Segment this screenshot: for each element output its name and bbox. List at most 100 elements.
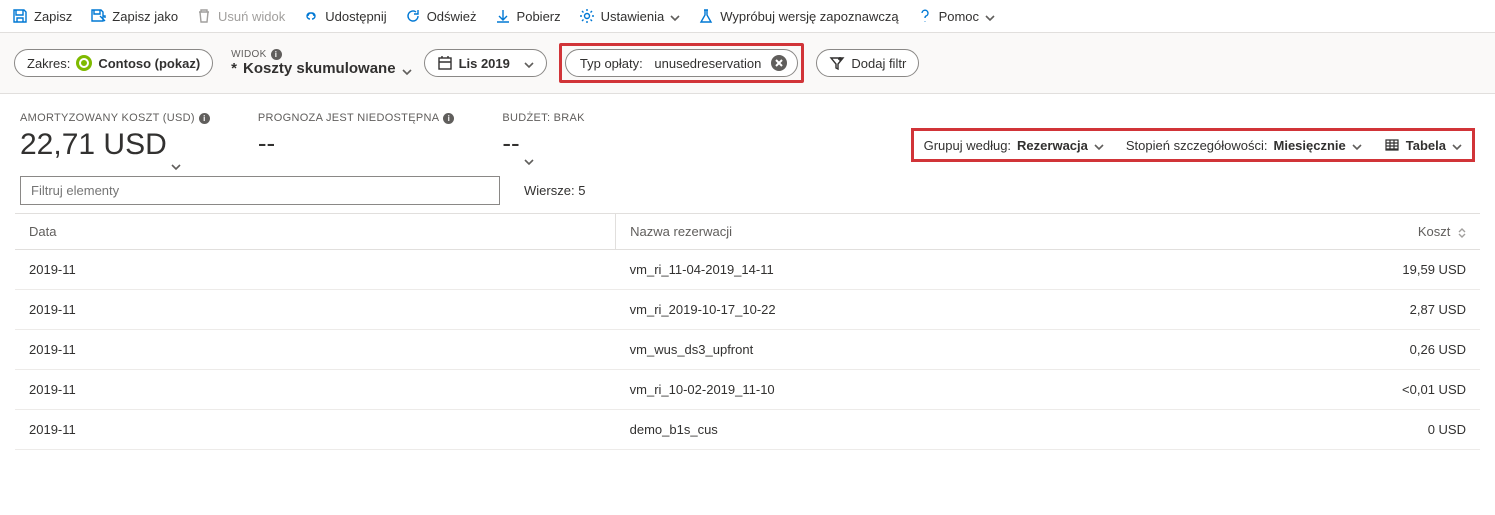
amortized-cost-value-wrap[interactable]: 22,71 USD <box>20 128 210 162</box>
budget-value-wrap[interactable]: -- <box>502 128 584 159</box>
refresh-button[interactable]: Odśwież <box>405 8 477 24</box>
settings-button[interactable]: Ustawienia <box>579 8 681 24</box>
granularity-value: Miesięcznie <box>1274 138 1346 153</box>
rows-count-label: Wiersze: 5 <box>524 183 585 198</box>
amortized-cost-block: AMORTYZOWANY KOSZT (USD) i 22,71 USD <box>20 112 210 162</box>
download-icon <box>495 8 511 24</box>
trash-icon <box>196 8 212 24</box>
granularity-label: Stopień szczegółowości: <box>1126 138 1268 153</box>
scope-value: Contoso (pokaz) <box>98 56 200 71</box>
cell-date: 2019-11 <box>15 330 616 370</box>
download-button[interactable]: Pobierz <box>495 8 561 24</box>
save-icon <box>12 8 28 24</box>
save-as-label: Zapisz jako <box>112 9 178 24</box>
rows-label-text: Wiersze: <box>524 183 575 198</box>
table-row[interactable]: 2019-11vm_wus_ds3_upfront0,26 USD <box>15 330 1480 370</box>
help-label: Pomoc <box>939 9 979 24</box>
chevron-down-icon <box>1352 140 1362 150</box>
controls-bar: Zakres: Contoso (pokaz) WIDOK i * Koszty… <box>0 33 1495 94</box>
budget-value: -- <box>502 128 519 159</box>
cell-date: 2019-11 <box>15 250 616 290</box>
col-reservation-name[interactable]: Nazwa rezerwacji <box>616 214 1231 250</box>
view-selector[interactable]: WIDOK i * Koszty skumulowane <box>231 49 411 77</box>
table-row[interactable]: 2019-11vm_ri_2019-10-17_10-222,87 USD <box>15 290 1480 330</box>
save-as-icon <box>90 8 106 24</box>
info-icon: i <box>443 113 454 124</box>
amortized-cost-value: 22,71 USD <box>20 128 167 162</box>
rows-count-value: 5 <box>578 183 585 198</box>
gear-icon <box>579 8 595 24</box>
table-row[interactable]: 2019-11vm_ri_10-02-2019_11-10<0,01 USD <box>15 370 1480 410</box>
forecast-label: PROGNOZA JEST NIEDOSTĘPNA <box>258 112 440 124</box>
display-type-selector[interactable]: Tabela <box>1384 137 1462 153</box>
granularity-selector[interactable]: Stopień szczegółowości: Miesięcznie <box>1126 138 1362 153</box>
col-date[interactable]: Data <box>15 214 616 250</box>
filter-items-input[interactable] <box>20 176 500 205</box>
chevron-down-icon <box>1094 140 1104 150</box>
view-prefix: * <box>231 60 237 77</box>
delete-view-label: Usuń widok <box>218 9 285 24</box>
cell-reservation-name: vm_ri_2019-10-17_10-22 <box>616 290 1231 330</box>
help-icon <box>917 8 933 24</box>
group-by-value: Rezerwacja <box>1017 138 1088 153</box>
scope-label: Zakres: <box>27 56 70 71</box>
add-filter-label: Dodaj filtr <box>851 56 906 71</box>
date-selector[interactable]: Lis 2019 <box>424 49 547 77</box>
filter-chip-value: unusedreservation <box>654 56 761 71</box>
scope-badge-icon <box>76 55 92 71</box>
group-by-selector[interactable]: Grupuj według: Rezerwacja <box>924 138 1104 153</box>
help-button[interactable]: Pomoc <box>917 8 995 24</box>
cell-cost: 0,26 USD <box>1231 330 1480 370</box>
save-label: Zapisz <box>34 9 72 24</box>
forecast-block: PROGNOZA JEST NIEDOSTĘPNA i -- <box>258 112 455 159</box>
cell-cost: <0,01 USD <box>1231 370 1480 410</box>
info-icon: i <box>271 49 282 60</box>
table-row[interactable]: 2019-11demo_b1s_cus0 USD <box>15 410 1480 450</box>
refresh-icon <box>405 8 421 24</box>
sort-icon <box>1458 228 1466 238</box>
cell-date: 2019-11 <box>15 290 616 330</box>
delete-view-button: Usuń widok <box>196 8 285 24</box>
filter-highlight: Typ opłaty: unusedreservation <box>559 43 804 83</box>
chevron-down-icon <box>171 146 181 156</box>
chevron-down-icon <box>985 11 995 21</box>
share-icon <box>303 8 319 24</box>
flask-icon <box>698 8 714 24</box>
table-filter-row: Wiersze: 5 <box>0 172 1495 213</box>
add-filter-button[interactable]: Dodaj filtr <box>816 49 919 77</box>
budget-block: BUDŻET: BRAK -- <box>502 112 584 159</box>
filter-chip-label: Typ opłaty: <box>580 56 643 71</box>
table-icon <box>1384 137 1400 153</box>
cell-reservation-name: vm_ri_10-02-2019_11-10 <box>616 370 1231 410</box>
group-by-label: Grupuj według: <box>924 138 1011 153</box>
add-filter-icon <box>829 55 845 71</box>
chevron-down-icon <box>1452 140 1462 150</box>
table-header-row: Data Nazwa rezerwacji Koszt <box>15 214 1480 250</box>
download-label: Pobierz <box>517 9 561 24</box>
save-as-button[interactable]: Zapisz jako <box>90 8 178 24</box>
cell-reservation-name: demo_b1s_cus <box>616 410 1231 450</box>
col-cost[interactable]: Koszt <box>1231 214 1480 250</box>
cell-cost: 0 USD <box>1231 410 1480 450</box>
filter-chip-charge-type[interactable]: Typ opłaty: unusedreservation <box>565 49 798 77</box>
share-button[interactable]: Udostępnij <box>303 8 386 24</box>
display-type-value: Tabela <box>1406 138 1446 153</box>
cost-table: Data Nazwa rezerwacji Koszt 2019-11vm_ri… <box>15 213 1480 450</box>
chevron-down-icon <box>670 11 680 21</box>
scope-selector[interactable]: Zakres: Contoso (pokaz) <box>14 49 213 77</box>
clear-filter-button[interactable] <box>771 55 787 71</box>
cell-reservation-name: vm_ri_11-04-2019_14-11 <box>616 250 1231 290</box>
chevron-down-icon <box>402 64 412 74</box>
forecast-value: -- <box>258 128 455 159</box>
date-value: Lis 2019 <box>459 56 510 71</box>
table-row[interactable]: 2019-11vm_ri_11-04-2019_14-1119,59 USD <box>15 250 1480 290</box>
calendar-icon <box>437 55 453 71</box>
save-button[interactable]: Zapisz <box>12 8 72 24</box>
cell-cost: 19,59 USD <box>1231 250 1480 290</box>
share-label: Udostępnij <box>325 9 386 24</box>
view-controls-highlight: Grupuj według: Rezerwacja Stopień szczeg… <box>911 128 1475 162</box>
summary-row: AMORTYZOWANY KOSZT (USD) i 22,71 USD PRO… <box>0 94 1495 172</box>
cell-cost: 2,87 USD <box>1231 290 1480 330</box>
try-preview-button[interactable]: Wypróbuj wersję zapoznawczą <box>698 8 898 24</box>
toolbar: Zapisz Zapisz jako Usuń widok Udostępnij… <box>0 0 1495 33</box>
